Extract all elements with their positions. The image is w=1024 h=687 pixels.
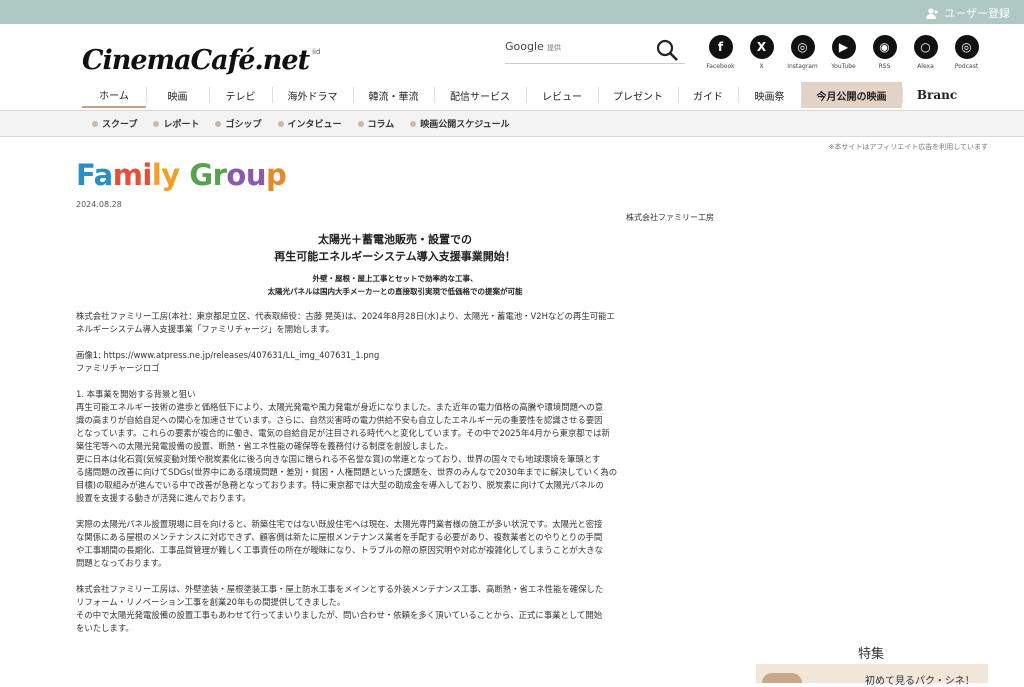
rss-label: RSS [878,63,891,70]
body-line: な関係にある屋根のメンテナンスに対応できず、顧客側は新たに屋根メンテナンス業者を… [76,532,603,542]
nav-home[interactable]: ホーム [82,82,146,108]
article-body: 株式会社ファミリー工房(本社：東京都足立区、代表取締役：古藤 晃英)は、2024… [76,310,716,635]
alexa-label: Alexa [917,63,934,70]
nav-branc[interactable]: Branc [902,82,972,108]
nav-tv[interactable]: テレビ [209,82,272,108]
search-brand: Google [505,40,544,53]
alexa-link[interactable]: ○ Alexa [905,35,946,70]
nav-review[interactable]: レビュー [526,82,598,108]
user-register-label: ユーザー登録 [944,7,1010,20]
article-headline: 太陽光＋蓄電池販売・設置での 再生可能エネルギーシステム導入支援事業開始！ [274,233,516,263]
subnav-release-schedule[interactable]: 映画公開スケジュール [410,117,509,130]
body-line: 株式会社ファミリー工房は、外壁塗装・屋根塗装工事・屋上防水工事をメインとする外装… [76,584,604,594]
instagram-link[interactable]: ◎ Instagram [782,35,823,70]
feature-card-text[interactable]: 初めて見るパク・シネ！ [865,672,975,687]
feature-thumbnail [762,673,802,683]
company-brand-logo: Family Group [76,158,287,192]
x-link[interactable]: XX [741,35,782,70]
facebook-link[interactable]: f Facebook [700,35,741,70]
nav-this-month-releases[interactable]: 今月公開の映画 [801,82,902,108]
nav-present[interactable]: プレゼント [598,82,678,108]
user-register-link[interactable]: ユーザー登録 [926,5,1010,21]
sidebar-feature-title: 特集 [858,647,885,662]
subnav-report[interactable]: レポート [153,117,199,130]
nav-guide[interactable]: ガイド [678,82,738,108]
facebook-icon: f [708,35,733,59]
podcast-icon: ◎ [954,35,979,59]
nav-overseas-drama[interactable]: 海外ドラマ [272,82,353,108]
affiliate-notice: ※本サイトはアフィリエイト広告を利用しています [828,143,988,151]
main-nav: ホーム 映画 テレビ 海外ドラマ 韓流・華流 配信サービス レビュー プレゼント… [82,82,972,108]
body-line: 株式会社ファミリー工房(本社：東京都足立区、代表取締役：古藤 晃英)は、2024… [76,311,615,321]
nav-streaming[interactable]: 配信サービス [434,82,526,108]
site-logo[interactable]: CinemaCafé.net iid [82,32,320,76]
article-date: 2024.08.28 [76,200,122,209]
youtube-label: YouTube [831,63,856,70]
search-icon[interactable] [655,38,679,62]
body-line: をいたします。 [76,623,134,633]
instagram-label: Instagram [787,63,818,70]
body-line: 再生可能エネルギー技術の進歩と価格低下により、太陽光発電や風力発電が身近になりま… [76,402,604,412]
sub-nav: スクープ レポート ゴシップ インタビュー コラム 映画公開スケジュール [92,117,510,130]
social-links: f Facebook XX ◎ Instagram ▶ YouTube ◉ RSS ○ A… [700,35,987,70]
subnav-interview[interactable]: インタビュー [278,117,342,130]
body-line: ネルギーシステム導入支援事業「ファミリチャージ」を開始します。 [76,324,335,334]
user-icon [926,7,939,19]
body-line: となっています。これらの要素が複合的に働き、電気の自給自足が注目される時代へと変… [76,428,610,438]
body-line: 築住宅等への太陽光発電設備の設置、断熱・省エネ性能の確保等を義務付ける制度を創設… [76,441,453,451]
podcast-link[interactable]: ◎ Podcast [946,35,987,70]
image-link[interactable]: 画像1: https://www.atpress.ne.jp/releases/… [76,349,716,362]
nav-film-festival[interactable]: 映画祭 [738,82,801,108]
alexa-icon: ○ [913,35,938,59]
image-caption: ファミリチャージロゴ [76,363,160,373]
rss-icon: ◉ [872,35,897,59]
subnav-scoop[interactable]: スクープ [92,117,137,130]
body-line: や工事期間の長期化、工事品質管理が難しく工事責任の所在が曖昧になり、トラブルの際… [76,545,604,555]
youtube-icon: ▶ [831,35,856,59]
subnav-gossip[interactable]: ゴシップ [215,117,261,130]
body-line: 目標)の取組みが進んでいる中で改善が急務となっております。特に東京都では大型の助… [76,480,604,490]
body-line: リフォーム・リノベーション工事を創業20年もの間提供してきました。 [76,597,346,607]
body-line: 設置を支援する動きが活発に進んでおります。 [76,493,251,503]
body-line: 問題となっております。 [76,558,167,568]
x-label: X [759,63,764,70]
youtube-link[interactable]: ▶ YouTube [823,35,864,70]
article-subhead: 外壁・屋根・屋上工事とセットで効率的な工事、 太陽光パネルは国内大手メーカーとの… [267,274,523,296]
podcast-label: Podcast [954,63,979,70]
body-line: 識の高まりが自給自足への関心を加速させています。さらに、自然災害時の電力供給不安… [76,415,603,425]
search-box[interactable]: Google 提供 [505,38,685,64]
subnav-column[interactable]: コラム [358,117,395,130]
top-bar: ユーザー登録 [0,0,1024,24]
nav-korean-chinese[interactable]: 韓流・華流 [353,82,434,108]
article-company: 株式会社ファミリー工房 [626,213,714,222]
search-provided-label: 提供 [547,44,561,52]
body-line: る諸問題の改善に向けてSDGs(世界中にある環境問題・差別・貧困・人権問題といっ… [76,467,618,477]
logo-sub: iid [312,48,321,56]
nav-movies[interactable]: 映画 [146,82,209,108]
instagram-icon: ◎ [790,35,815,59]
rss-link[interactable]: ◉ RSS [864,35,905,70]
facebook-label: Facebook [706,63,735,70]
body-line: 更に日本は化石賞(気候変動対策や脱炭素化に後ろ向きな国に贈られる不名誉な賞)の常… [76,454,601,464]
section-title: 1. 本事業を開始する背景と狙い [76,389,196,399]
body-line: 実際の太陽光パネル設置現場に目を向けると、新築住宅ではない既設住宅へは現在、太陽… [76,519,603,529]
x-icon: X [749,35,774,59]
logo-text: CinemaCafé.net [82,45,310,76]
body-line: その中で太陽光発電設備の設置工事もあわせて行ってまいりましたが、問い合わせ・依頼… [76,610,603,620]
